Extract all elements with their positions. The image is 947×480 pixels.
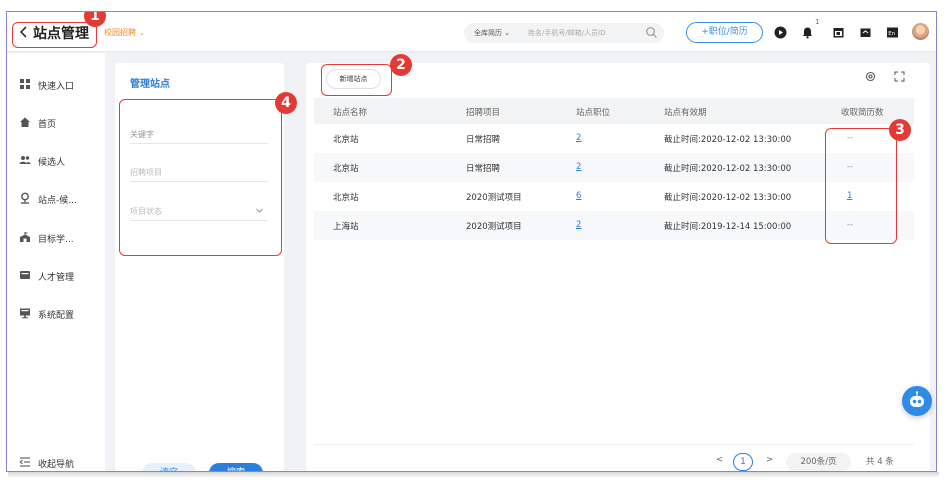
- fullscreen-icon[interactable]: [894, 71, 905, 82]
- prev-page-button[interactable]: <: [716, 455, 723, 465]
- project-cell: 2020测试项目: [466, 193, 522, 203]
- column-header-resumes[interactable]: 收取简历数: [841, 106, 884, 118]
- filter-title: 管理站点: [130, 79, 170, 90]
- search-button[interactable]: 搜索: [209, 463, 263, 471]
- people-icon: [19, 156, 31, 164]
- project-cell: 2020测试项目: [466, 222, 522, 232]
- validity-cell: 截止时间:2020-12-02 13:30:00: [664, 135, 792, 145]
- bell-icon[interactable]: [801, 26, 814, 39]
- column-header-project[interactable]: 招聘项目: [466, 106, 500, 118]
- chevron-down-icon: ⌄: [139, 29, 145, 37]
- clear-button[interactable]: 清空: [142, 463, 196, 471]
- sidebar-item-label: 首页: [38, 120, 57, 130]
- table-header: 站点名称 招聘项目 站点职位 站点有效期 收取简历数: [314, 98, 914, 124]
- project-cell: 日常招聘: [466, 164, 501, 174]
- page-button-current[interactable]: 1: [733, 453, 753, 471]
- search-icon[interactable]: [645, 26, 658, 39]
- channel-select[interactable]: 校园招聘 ⌄: [104, 27, 145, 38]
- collapse-nav-label: 收起导航: [38, 460, 75, 470]
- robot-icon: [910, 391, 924, 407]
- annotation-number: 2: [390, 54, 412, 76]
- sidebar-item-label: 站点-候...: [38, 196, 77, 206]
- table-row[interactable]: 上海站 2020测试项目 2 截止时间:2019-12-14 15:00:00 …: [314, 211, 914, 240]
- annotation-box-1: [12, 22, 97, 48]
- sidebar-item-label: 目标学...: [38, 235, 74, 245]
- project-cell: 日常招聘: [466, 135, 501, 145]
- sidebar: 快速入口 首页 候选人 站点-候... 目标学... 人才管理 系统配置 收起导…: [7, 53, 105, 471]
- table-footer-divider: [314, 444, 914, 445]
- site-name-cell: 上海站: [333, 222, 359, 232]
- site-name-cell: 北京站: [333, 164, 359, 174]
- annotation-box-2: [321, 64, 392, 96]
- sidebar-item-label: 系统配置: [38, 311, 75, 321]
- validity-cell: 截止时间:2020-12-02 13:30:00: [664, 164, 792, 174]
- talent-icon: [20, 271, 30, 279]
- site-name-cell: 北京站: [333, 193, 359, 203]
- svg-text:En: En: [888, 31, 895, 37]
- column-header-validity[interactable]: 站点有效期: [664, 106, 707, 118]
- collapse-menu-icon: [19, 457, 30, 467]
- page-size-select[interactable]: 200条/页: [786, 453, 851, 471]
- assistant-robot-button[interactable]: [902, 386, 932, 416]
- search-scope-label: 全库简历: [474, 29, 502, 37]
- settings-icon[interactable]: [865, 71, 876, 82]
- global-search[interactable]: 全库简历 ⌄ 姓名/手机号/邮箱/人员ID: [464, 23, 664, 43]
- avatar[interactable]: [912, 23, 929, 40]
- language-icon[interactable]: En: [886, 26, 899, 39]
- calendar-icon[interactable]: [832, 26, 845, 39]
- home-icon: [20, 117, 30, 127]
- table-row[interactable]: 北京站 2020测试项目 6 截止时间:2020-12-02 13:30:00 …: [314, 182, 914, 211]
- window-shadow: [8, 472, 939, 478]
- annotation-number: 3: [889, 119, 911, 141]
- school-icon: [20, 232, 30, 242]
- next-page-button[interactable]: >: [766, 455, 773, 465]
- table-row[interactable]: 北京站 日常招聘 2 截止时间:2020-12-02 13:30:00 --: [314, 153, 914, 182]
- grid-icon: [20, 79, 30, 89]
- annotation-number: 4: [275, 92, 297, 114]
- search-scope-select[interactable]: 全库简历 ⌄: [474, 28, 510, 38]
- search-input[interactable]: 姓名/手机号/邮箱/人员ID: [528, 28, 606, 38]
- positions-link[interactable]: 2: [576, 220, 581, 230]
- channel-label: 校园招聘: [104, 28, 136, 37]
- positions-link[interactable]: 6: [576, 191, 581, 201]
- positions-link[interactable]: 2: [576, 162, 581, 172]
- top-bar: 站点管理 校园招聘 ⌄ 全库简历 ⌄ 姓名/手机号/邮箱/人员ID +职位/简历 …: [7, 12, 936, 52]
- sidebar-item-label: 快速入口: [38, 82, 75, 92]
- notification-badge: 1: [815, 18, 820, 26]
- table-row[interactable]: 北京站 日常招聘 2 截止时间:2020-12-02 13:30:00 --: [314, 124, 914, 153]
- sidebar-item-label: 人才管理: [38, 273, 75, 283]
- positions-link[interactable]: 2: [576, 133, 581, 143]
- monitor-icon: [20, 308, 30, 319]
- add-position-button[interactable]: +职位/简历: [686, 22, 763, 43]
- play-circle-icon[interactable]: [774, 26, 787, 39]
- app-window: 站点管理 校园招聘 ⌄ 全库简历 ⌄ 姓名/手机号/邮箱/人员ID +职位/简历 …: [6, 11, 937, 472]
- annotation-box-4: [119, 99, 282, 256]
- total-count: 共 4 条: [866, 457, 894, 467]
- sidebar-item-label: 候选人: [38, 158, 66, 168]
- validity-cell: 截止时间:2019-12-14 15:00:00: [664, 222, 792, 232]
- annotation-box-3: [825, 128, 897, 244]
- folder-icon[interactable]: [859, 26, 872, 39]
- column-header-site-name[interactable]: 站点名称: [333, 106, 367, 118]
- main-panel: 新增站点 站点名称 招聘项目 站点职位 站点有效期 收取简历数 北京站 日常招聘…: [306, 63, 930, 471]
- validity-cell: 截止时间:2020-12-02 13:30:00: [664, 193, 792, 203]
- location-icon: [21, 192, 29, 204]
- column-header-positions[interactable]: 站点职位: [576, 106, 610, 118]
- site-name-cell: 北京站: [333, 135, 359, 145]
